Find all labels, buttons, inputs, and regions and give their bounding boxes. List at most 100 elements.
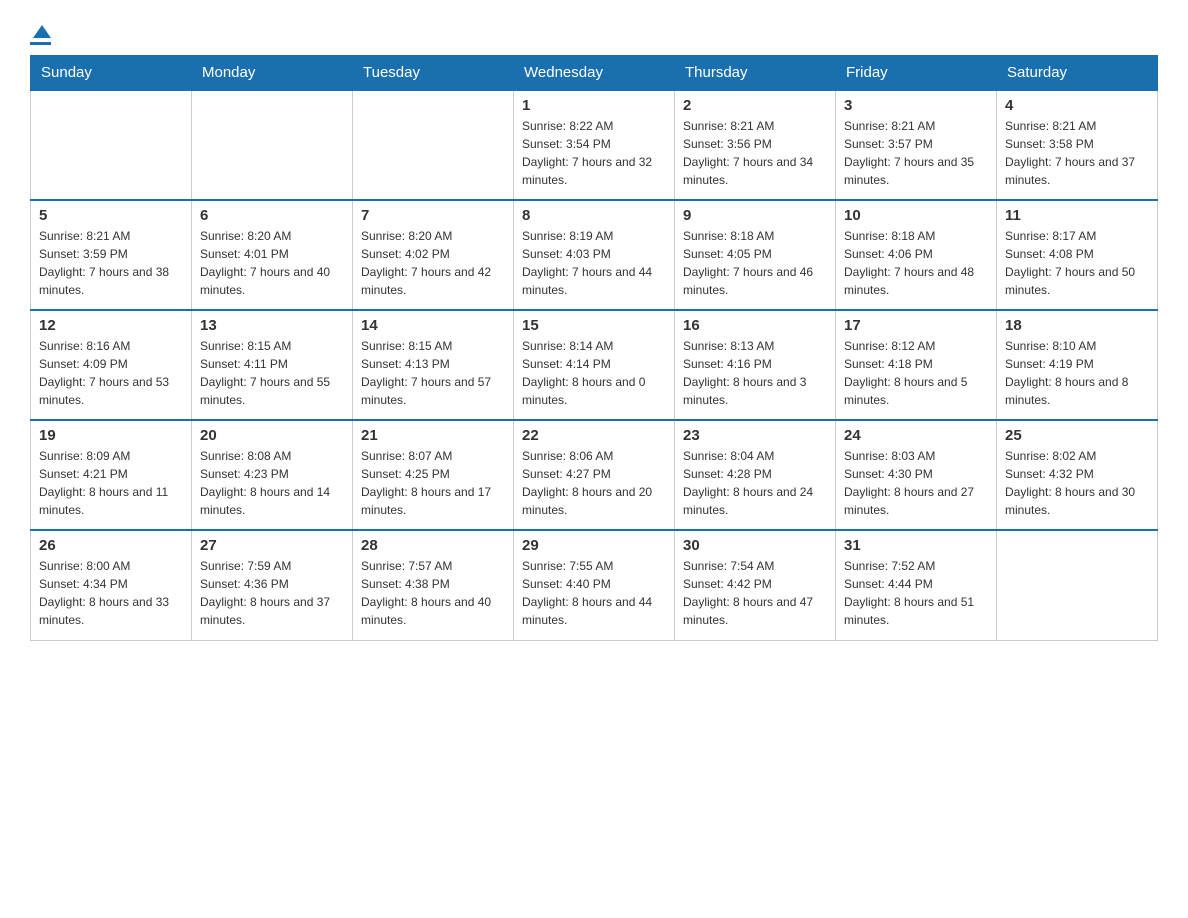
day-number: 6 [200,207,344,224]
logo-text [30,25,51,40]
weekday-header-thursday: Thursday [675,56,836,91]
day-number: 24 [844,427,988,444]
calendar-cell-week1-day6: 3 Sunrise: 8:21 AMSunset: 3:57 PMDaylight… [836,90,997,200]
day-info: Sunrise: 8:18 AMSunset: 4:05 PMDaylight:… [683,227,827,299]
day-info: Sunrise: 8:10 AMSunset: 4:19 PMDaylight:… [1005,337,1149,409]
day-number: 30 [683,537,827,554]
day-number: 11 [1005,207,1149,224]
calendar-cell-week3-day5: 16 Sunrise: 8:13 AMSunset: 4:16 PMDayligh… [675,310,836,420]
calendar-cell-week4-day5: 23Sunrise: 8:04 AMSunset: 4:28 PMDayligh… [675,420,836,530]
calendar-cell-week5-day4: 29Sunrise: 7:55 AMSunset: 4:40 PMDayligh… [514,530,675,640]
calendar-cell-week3-day1: 12Sunrise: 8:16 AMSunset: 4:09 PMDayligh… [31,310,192,420]
calendar-week-5: 26Sunrise: 8:00 AMSunset: 4:34 PMDayligh… [31,530,1158,640]
day-info: Sunrise: 8:21 AMSunset: 3:57 PMDaylight:… [844,117,988,189]
day-number: 1 [522,97,666,114]
day-info: Sunrise: 8:15 AMSunset: 4:11 PMDaylight:… [200,337,344,409]
calendar-cell-week3-day3: 14 Sunrise: 8:15 AMSunset: 4:13 PMDayligh… [353,310,514,420]
logo [30,20,51,45]
day-info: Sunrise: 8:08 AMSunset: 4:23 PMDaylight:… [200,447,344,519]
weekday-header-monday: Monday [192,56,353,91]
logo-underline [30,42,51,45]
day-number: 3 [844,97,988,114]
calendar-cell-week4-day2: 20 Sunrise: 8:08 AMSunset: 4:23 PMDayligh… [192,420,353,530]
day-number: 20 [200,427,344,444]
day-info: Sunrise: 8:18 AMSunset: 4:06 PMDaylight:… [844,227,988,299]
calendar-cell-week5-day6: 31Sunrise: 7:52 AMSunset: 4:44 PMDayligh… [836,530,997,640]
day-number: 22 [522,427,666,444]
calendar-cell-week2-day1: 5Sunrise: 8:21 AMSunset: 3:59 PMDaylight… [31,200,192,310]
day-info: Sunrise: 8:17 AMSunset: 4:08 PMDaylight:… [1005,227,1149,299]
calendar-cell-week4-day3: 21 Sunrise: 8:07 AMSunset: 4:25 PMDayligh… [353,420,514,530]
calendar-cell-week4-day4: 22 Sunrise: 8:06 AMSunset: 4:27 PMDayligh… [514,420,675,530]
day-info: Sunrise: 8:15 AMSunset: 4:13 PMDaylight:… [361,337,505,409]
calendar-cell-week2-day2: 6 Sunrise: 8:20 AMSunset: 4:01 PMDaylight… [192,200,353,310]
day-number: 28 [361,537,505,554]
day-info: Sunrise: 8:06 AMSunset: 4:27 PMDaylight:… [522,447,666,519]
day-number: 4 [1005,97,1149,114]
calendar-table: SundayMondayTuesdayWednesdayThursdayFrid… [30,55,1158,641]
calendar-cell-week3-day7: 18 Sunrise: 8:10 AMSunset: 4:19 PMDayligh… [997,310,1158,420]
logo-triangle-icon [33,25,51,38]
calendar-cell-week5-day7 [997,530,1158,640]
calendar-cell-week2-day7: 11 Sunrise: 8:17 AMSunset: 4:08 PMDayligh… [997,200,1158,310]
day-number: 18 [1005,317,1149,334]
calendar-cell-week4-day7: 25 Sunrise: 8:02 AMSunset: 4:32 PMDayligh… [997,420,1158,530]
day-info: Sunrise: 7:57 AMSunset: 4:38 PMDaylight:… [361,557,505,629]
day-info: Sunrise: 7:52 AMSunset: 4:44 PMDaylight:… [844,557,988,629]
calendar-cell-week3-day2: 13Sunrise: 8:15 AMSunset: 4:11 PMDayligh… [192,310,353,420]
day-number: 9 [683,207,827,224]
day-number: 17 [844,317,988,334]
calendar-cell-week1-day4: 1 Sunrise: 8:22 AMSunset: 3:54 PMDaylight… [514,90,675,200]
day-number: 27 [200,537,344,554]
day-number: 14 [361,317,505,334]
calendar-cell-week1-day1 [31,90,192,200]
calendar-cell-week3-day6: 17Sunrise: 8:12 AMSunset: 4:18 PMDayligh… [836,310,997,420]
day-info: Sunrise: 8:22 AMSunset: 3:54 PMDaylight:… [522,117,666,189]
calendar-cell-week1-day7: 4 Sunrise: 8:21 AMSunset: 3:58 PMDaylight… [997,90,1158,200]
day-info: Sunrise: 8:03 AMSunset: 4:30 PMDaylight:… [844,447,988,519]
day-number: 5 [39,207,183,224]
weekday-header-saturday: Saturday [997,56,1158,91]
day-info: Sunrise: 7:54 AMSunset: 4:42 PMDaylight:… [683,557,827,629]
day-info: Sunrise: 8:14 AMSunset: 4:14 PMDaylight:… [522,337,666,409]
calendar-cell-week5-day1: 26Sunrise: 8:00 AMSunset: 4:34 PMDayligh… [31,530,192,640]
calendar-cell-week5-day3: 28 Sunrise: 7:57 AMSunset: 4:38 PMDayligh… [353,530,514,640]
day-number: 16 [683,317,827,334]
calendar-cell-week3-day4: 15 Sunrise: 8:14 AMSunset: 4:14 PMDayligh… [514,310,675,420]
calendar-cell-week2-day6: 10Sunrise: 8:18 AMSunset: 4:06 PMDayligh… [836,200,997,310]
calendar-body: 1 Sunrise: 8:22 AMSunset: 3:54 PMDaylight… [31,90,1158,640]
day-info: Sunrise: 7:55 AMSunset: 4:40 PMDaylight:… [522,557,666,629]
day-number: 15 [522,317,666,334]
day-number: 21 [361,427,505,444]
day-number: 25 [1005,427,1149,444]
calendar-week-3: 12Sunrise: 8:16 AMSunset: 4:09 PMDayligh… [31,310,1158,420]
weekday-header-wednesday: Wednesday [514,56,675,91]
calendar-cell-week4-day6: 24 Sunrise: 8:03 AMSunset: 4:30 PMDayligh… [836,420,997,530]
day-info: Sunrise: 8:20 AMSunset: 4:01 PMDaylight:… [200,227,344,299]
calendar-week-2: 5Sunrise: 8:21 AMSunset: 3:59 PMDaylight… [31,200,1158,310]
calendar-cell-week2-day5: 9 Sunrise: 8:18 AMSunset: 4:05 PMDaylight… [675,200,836,310]
calendar-cell-week1-day2 [192,90,353,200]
day-info: Sunrise: 8:19 AMSunset: 4:03 PMDaylight:… [522,227,666,299]
day-number: 7 [361,207,505,224]
day-info: Sunrise: 8:13 AMSunset: 4:16 PMDaylight:… [683,337,827,409]
calendar-cell-week5-day5: 30 Sunrise: 7:54 AMSunset: 4:42 PMDayligh… [675,530,836,640]
calendar-header: SundayMondayTuesdayWednesdayThursdayFrid… [31,56,1158,91]
day-number: 12 [39,317,183,334]
day-number: 2 [683,97,827,114]
day-info: Sunrise: 8:21 AMSunset: 3:58 PMDaylight:… [1005,117,1149,189]
page-header [30,20,1158,45]
calendar-cell-week4-day1: 19Sunrise: 8:09 AMSunset: 4:21 PMDayligh… [31,420,192,530]
day-info: Sunrise: 8:20 AMSunset: 4:02 PMDaylight:… [361,227,505,299]
day-info: Sunrise: 8:07 AMSunset: 4:25 PMDaylight:… [361,447,505,519]
calendar-cell-week1-day5: 2 Sunrise: 8:21 AMSunset: 3:56 PMDaylight… [675,90,836,200]
day-info: Sunrise: 8:09 AMSunset: 4:21 PMDaylight:… [39,447,183,519]
calendar-week-4: 19Sunrise: 8:09 AMSunset: 4:21 PMDayligh… [31,420,1158,530]
calendar-cell-week2-day4: 8 Sunrise: 8:19 AMSunset: 4:03 PMDaylight… [514,200,675,310]
calendar-week-1: 1 Sunrise: 8:22 AMSunset: 3:54 PMDaylight… [31,90,1158,200]
day-number: 8 [522,207,666,224]
day-info: Sunrise: 7:59 AMSunset: 4:36 PMDaylight:… [200,557,344,629]
calendar-cell-week1-day3 [353,90,514,200]
day-info: Sunrise: 8:02 AMSunset: 4:32 PMDaylight:… [1005,447,1149,519]
day-info: Sunrise: 8:21 AMSunset: 3:56 PMDaylight:… [683,117,827,189]
